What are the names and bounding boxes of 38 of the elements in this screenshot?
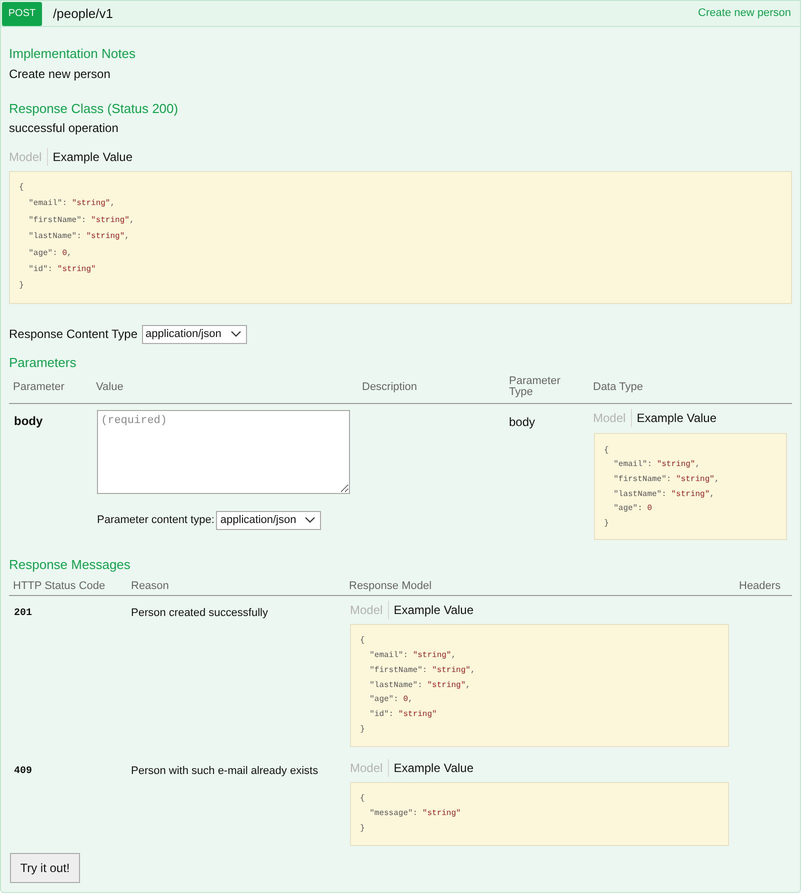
view-tab[interactable]: Example Value bbox=[388, 601, 479, 620]
column-header: Data Type bbox=[593, 380, 644, 396]
example-json: { "message": "string" } bbox=[350, 782, 729, 846]
column-header: Response Model bbox=[349, 580, 432, 592]
view-tab[interactable]: Example Value bbox=[388, 759, 479, 778]
column-header: Headers bbox=[739, 580, 781, 592]
view-tab[interactable]: Example Value bbox=[630, 408, 722, 427]
notes-text: Create new person bbox=[9, 66, 112, 82]
body-textarea[interactable]: (required) bbox=[97, 410, 350, 494]
view-tab[interactable]: Example Value bbox=[46, 148, 138, 166]
example-json: { "email": "string", "firstName": "string", "lastName": "string", "age": 0 } bbox=[594, 432, 787, 540]
column-header: Description bbox=[362, 380, 418, 396]
section-heading: Response Messages bbox=[9, 556, 132, 574]
column-header: HTTP Status Code bbox=[13, 580, 106, 592]
section-heading: Parameters bbox=[9, 354, 78, 372]
status-code: 201 bbox=[14, 608, 32, 620]
content-type-label: Parameter content type: bbox=[97, 513, 214, 528]
parameter-type: body bbox=[509, 414, 536, 429]
response-description: successful operation bbox=[9, 120, 120, 136]
endpoint-path[interactable]: /people/v1 bbox=[53, 4, 113, 24]
column-header: Parameter bbox=[13, 380, 66, 396]
column-header: Value bbox=[96, 380, 124, 396]
example-json: { "email": "string", "firstName": "string", "lastName": "string", "age": 0, "id": "string" } bbox=[9, 171, 792, 304]
column-header: Reason bbox=[131, 580, 169, 592]
parameter-name: body bbox=[14, 414, 43, 428]
reason-text: Person with such e-mail already exists bbox=[131, 765, 318, 778]
section-heading: Response Class (Status 200) bbox=[9, 100, 180, 118]
content-type-label: Response Content Type bbox=[9, 326, 138, 344]
example-json: { "email": "string", "firstName": "string", "lastName": "string", "age": 0, "id": "string" } bbox=[350, 624, 729, 748]
chevron-down-icon bbox=[230, 331, 241, 338]
section-heading: Implementation Notes bbox=[9, 45, 136, 63]
content-type-select[interactable]: application/json bbox=[142, 324, 247, 344]
content-type-select[interactable]: application/json bbox=[216, 510, 322, 530]
chevron-down-icon bbox=[305, 517, 316, 524]
column-header: Parameter Type bbox=[509, 376, 562, 398]
status-code: 409 bbox=[14, 766, 32, 778]
reason-text: Person created successfully bbox=[131, 607, 268, 620]
try-it-out-button[interactable]: Try it out! bbox=[10, 853, 80, 884]
